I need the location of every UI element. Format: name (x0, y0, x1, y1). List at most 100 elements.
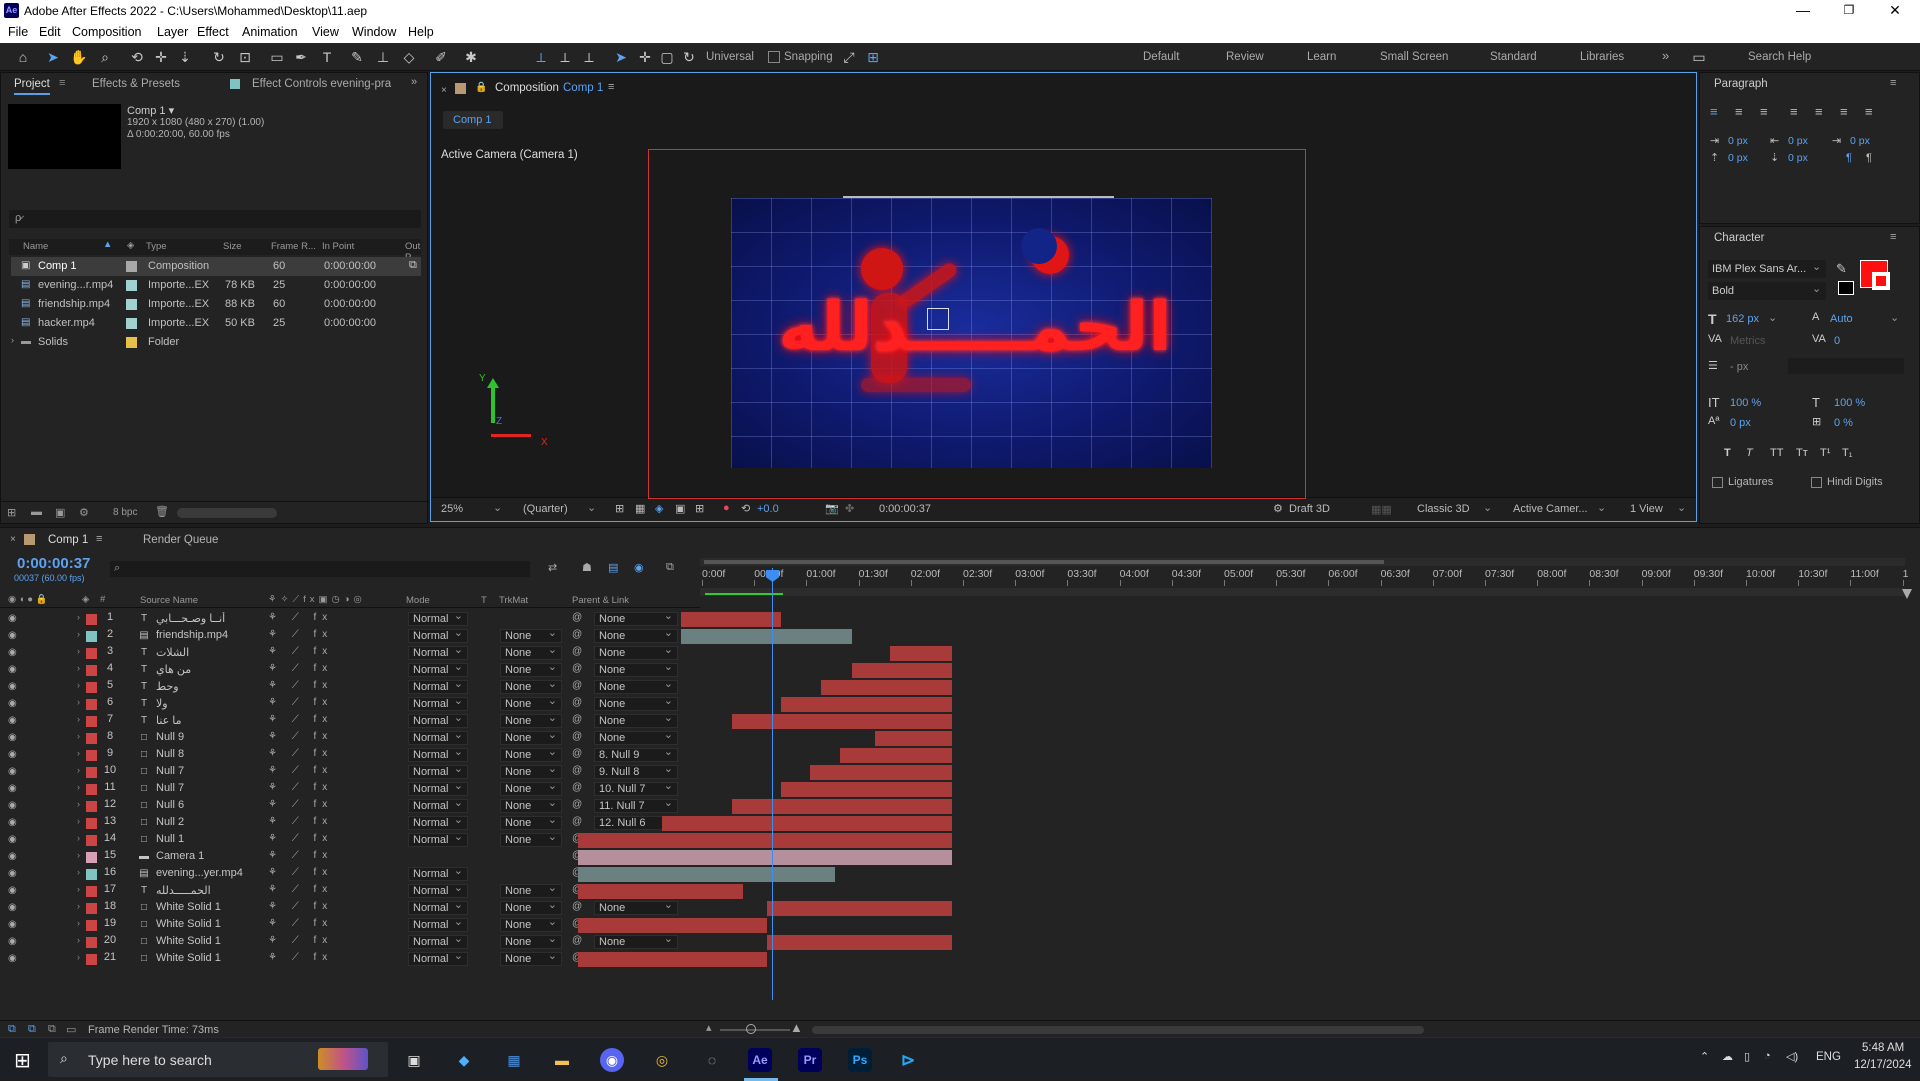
layer-row[interactable]: ◉ › 5 T وحط⚘ ⟋ fx Normal None @ None (0, 678, 700, 696)
layer-name[interactable]: Null 7 (156, 782, 266, 794)
font-style-dropdown[interactable]: Bold ⌄ (1708, 282, 1826, 300)
layer-label-swatch[interactable] (86, 801, 97, 812)
label-swatch[interactable] (126, 261, 137, 272)
track-matte-dropdown[interactable]: None (500, 933, 562, 949)
layer-duration-bar[interactable] (890, 646, 952, 661)
pick-whip-icon[interactable]: @ (572, 680, 582, 691)
menu-composition[interactable]: Composition (72, 25, 141, 39)
track-matte-dropdown[interactable]: None (500, 882, 562, 898)
justify-right-icon[interactable]: ≡ (1840, 104, 1848, 119)
layer-row[interactable]: ◉ › 8 □ Null 9⚘ ⟋ fx Normal None @ None (0, 729, 700, 747)
menu-effect[interactable]: Effect (197, 25, 229, 39)
track-matte-dropdown[interactable]: None (500, 661, 562, 677)
rtl-direction-icon[interactable]: ¶ (1866, 152, 1872, 164)
layer-duration-bar[interactable] (578, 884, 743, 899)
visibility-eye-icon[interactable]: ◉ (8, 885, 17, 896)
layer-duration-bar[interactable] (767, 935, 952, 950)
parent-dropdown[interactable]: 10. Null 7 (594, 780, 678, 796)
layer-name[interactable]: من هاي (156, 663, 266, 676)
3d-scale-icon[interactable]: ▢ (658, 48, 676, 66)
dolly-tool-icon[interactable]: ⇣ (176, 48, 194, 66)
layer-label-swatch[interactable] (86, 750, 97, 761)
menu-view[interactable]: View (312, 25, 339, 39)
layer-name[interactable]: friendship.mp4 (156, 629, 266, 641)
layer-duration-bar[interactable] (821, 680, 952, 695)
visibility-eye-icon[interactable]: ◉ (8, 953, 17, 964)
ligatures-checkbox[interactable] (1712, 477, 1723, 488)
track-matte-dropdown[interactable]: None (500, 916, 562, 932)
zoom-dropdown[interactable]: 25% (441, 503, 463, 515)
language-indicator[interactable]: ENG (1816, 1051, 1841, 1063)
layer-duration-bar[interactable] (732, 714, 952, 729)
layer-duration-bar[interactable] (810, 765, 952, 780)
layer-label-swatch[interactable] (86, 852, 97, 863)
task-view-icon[interactable]: ▣ (402, 1048, 426, 1072)
bpc-button[interactable]: 8 bpc (113, 507, 137, 518)
eyedropper-icon[interactable]: ✎ (1836, 261, 1847, 277)
zoom-in-icon[interactable]: ▲ (790, 1020, 803, 1035)
layer-name[interactable]: الحمـــــدلله (156, 884, 266, 897)
layer-name[interactable]: Null 8 (156, 748, 266, 760)
layer-duration-bar[interactable] (681, 629, 852, 644)
col-type[interactable]: Type (146, 241, 167, 252)
twirl-arrow-icon[interactable]: › (77, 748, 80, 758)
timeline-scrollbar[interactable] (812, 1026, 1424, 1034)
preview-comp-name[interactable]: Comp 1 ▾ (127, 104, 174, 117)
layer-duration-bar[interactable] (840, 748, 952, 763)
trash-icon[interactable]: 🗑 (155, 505, 169, 518)
blend-mode-dropdown[interactable]: Normal (408, 644, 468, 660)
tsume-value[interactable]: 0 % (1834, 417, 1853, 429)
layer-switches-icon[interactable]: ⚘ ⟋ fx (268, 816, 333, 827)
layer-switches-icon[interactable]: ⚘ ⟋ fx (268, 629, 333, 640)
views-dropdown[interactable]: 1 View (1630, 503, 1663, 515)
tab-effects-presets[interactable]: Effects & Presets (92, 73, 180, 95)
tab-render-queue[interactable]: Render Queue (143, 534, 218, 546)
layer-switches-icon[interactable]: ⚘ ⟋ fx (268, 765, 333, 776)
twirl-arrow-icon[interactable]: › (77, 833, 80, 843)
layer-label-swatch[interactable] (86, 903, 97, 914)
parent-dropdown[interactable]: None (594, 678, 678, 694)
blend-mode-dropdown[interactable]: Normal (408, 712, 468, 728)
pick-whip-icon[interactable]: @ (572, 714, 582, 725)
snap-option-icon[interactable]: ⤢ (840, 48, 858, 66)
track-matte-dropdown[interactable]: None (500, 644, 562, 660)
clock-time[interactable]: 5:48 AM (1862, 1042, 1904, 1054)
layer-duration-bar[interactable] (578, 918, 767, 933)
view-axis-icon[interactable]: ⟂ (580, 48, 598, 66)
motion-blur-icon[interactable]: ◉ (634, 561, 644, 574)
stamp-tool-icon[interactable]: ⊥ (374, 48, 392, 66)
vscode-icon[interactable]: ⊳ (896, 1048, 920, 1072)
pick-whip-icon[interactable]: @ (572, 697, 582, 708)
layer-name[interactable]: evening...yer.mp4 (156, 867, 266, 879)
layer-label-swatch[interactable] (86, 614, 97, 625)
comp-breadcrumb[interactable]: Comp 1 (443, 111, 503, 129)
viewer-timecode[interactable]: 0:00:00:37 (879, 503, 931, 515)
label-swatch[interactable] (126, 299, 137, 310)
blend-mode-dropdown[interactable]: Normal (408, 882, 468, 898)
draft3d-toggle[interactable]: Draft 3D (1289, 503, 1330, 515)
layer-name[interactable]: Null 9 (156, 731, 266, 743)
col-framerate[interactable]: Frame R... (271, 241, 316, 252)
twirl-arrow-icon[interactable]: › (77, 629, 80, 639)
layer-name[interactable]: White Solid 1 (156, 952, 266, 964)
discord-icon[interactable]: ◉ (600, 1048, 624, 1072)
visibility-eye-icon[interactable]: ◉ (8, 936, 17, 947)
layer-duration-bar[interactable] (578, 867, 835, 882)
visibility-eye-icon[interactable]: ◉ (8, 834, 17, 845)
layer-switches-icon[interactable]: ⚘ ⟋ fx (268, 952, 333, 963)
zoom-tool-icon[interactable]: ⌕ (96, 48, 114, 66)
layer-label-swatch[interactable] (86, 648, 97, 659)
layer-row[interactable]: ◉ › 11 □ Null 7⚘ ⟋ fx Normal None @10. Null 7 (0, 780, 700, 798)
stroke-width-value[interactable]: - px (1730, 361, 1748, 373)
local-axis-icon[interactable]: ⟂ (532, 48, 550, 66)
all-caps-icon[interactable]: TT (1770, 447, 1783, 459)
expand-arrow-icon[interactable]: › (11, 335, 14, 345)
visibility-eye-icon[interactable]: ◉ (8, 664, 17, 675)
twirl-arrow-icon[interactable]: › (77, 816, 80, 826)
rotate-tool-icon[interactable]: ↻ (210, 48, 228, 66)
fast-preview-icon[interactable]: ⊞ (615, 502, 624, 515)
shy-layers-icon[interactable]: ☗ (582, 561, 592, 574)
menu-file[interactable]: File (8, 25, 28, 39)
parent-dropdown[interactable]: None (594, 695, 678, 711)
eraser-tool-icon[interactable]: ◇ (400, 48, 418, 66)
